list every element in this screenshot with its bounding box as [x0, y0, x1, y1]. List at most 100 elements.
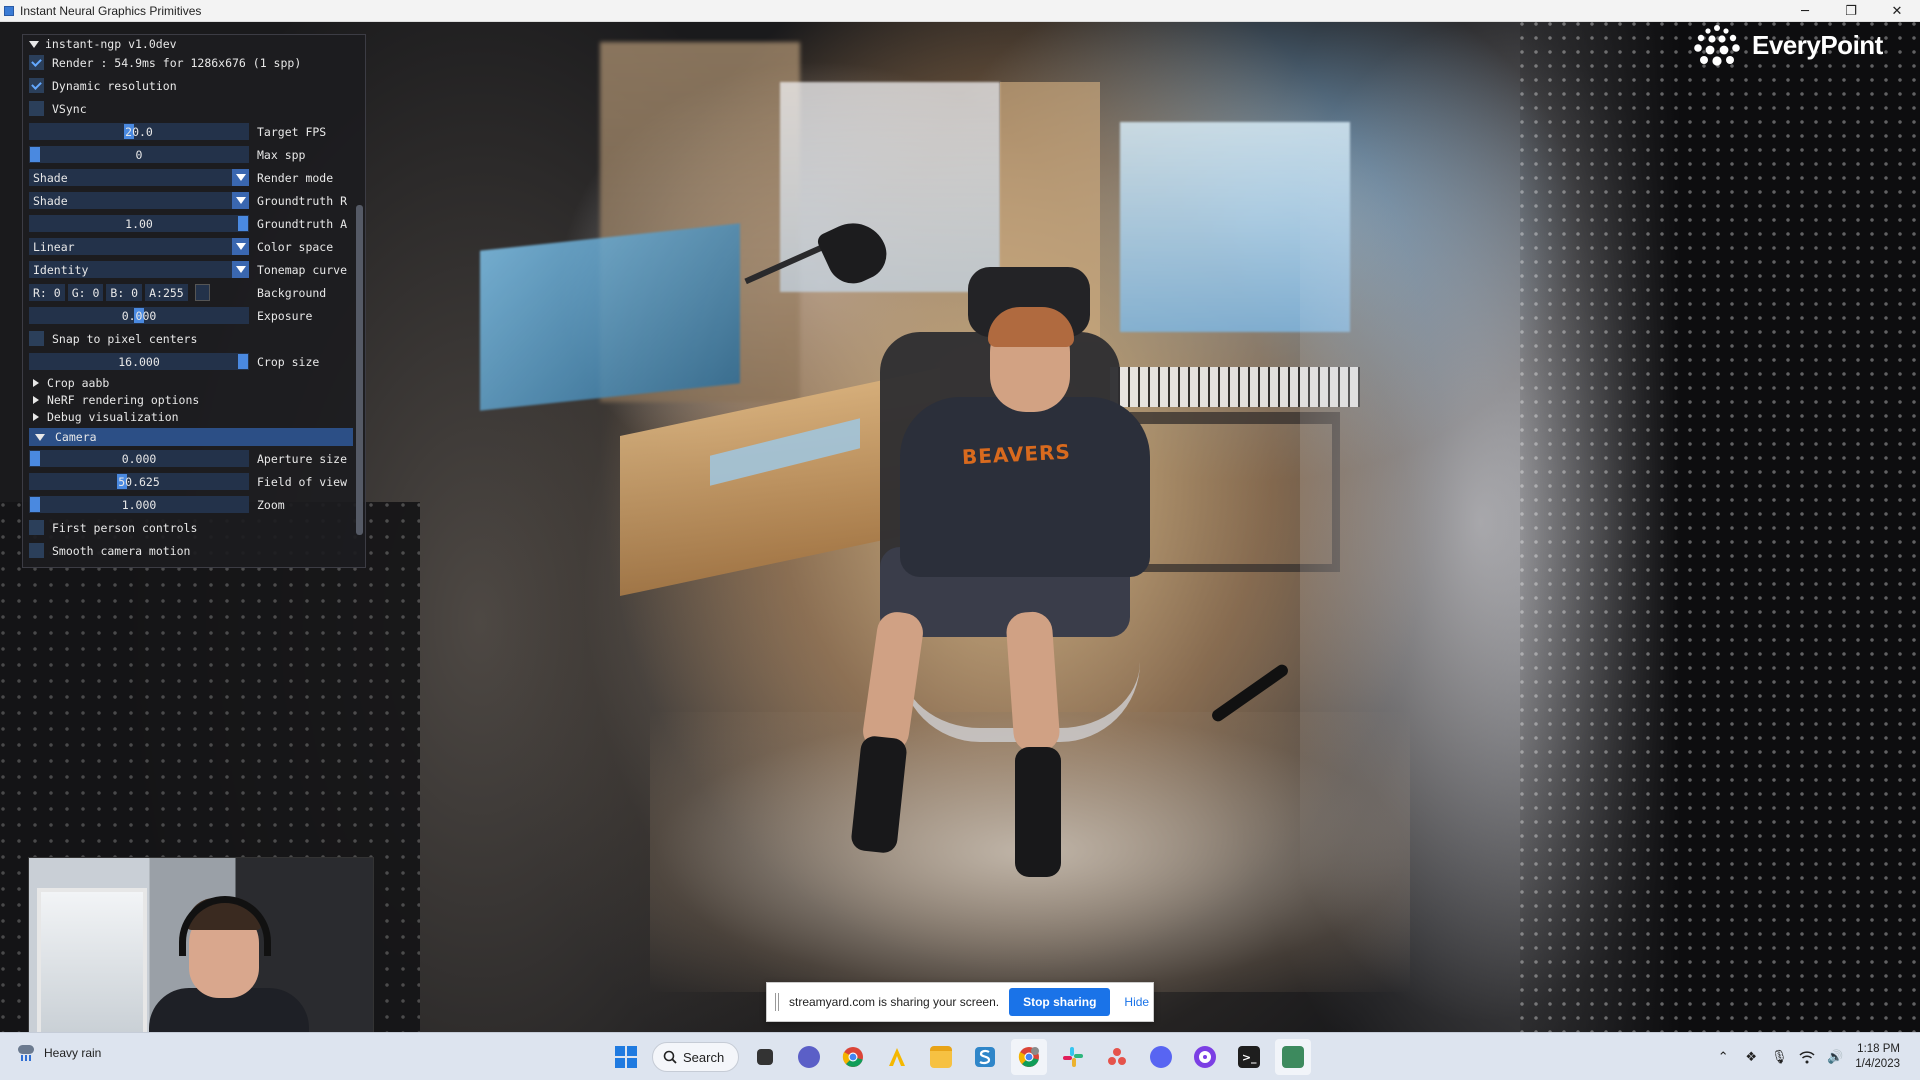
field-of-view-label: Field of view — [257, 474, 348, 489]
tree-node-nerf-rendering-options[interactable]: NeRF rendering options — [33, 392, 199, 408]
dynamic-resolution-checkbox[interactable] — [29, 78, 44, 93]
target-fps-label: Target FPS — [257, 124, 327, 139]
zoom-label: Zoom — [257, 497, 285, 512]
task-view-button[interactable] — [747, 1039, 783, 1075]
dropdown-arrow-icon[interactable] — [232, 261, 249, 278]
zoom-grab[interactable] — [30, 497, 40, 512]
minimize-button[interactable]: ─ — [1782, 0, 1828, 22]
groundtruth-a-slider[interactable]: 1.00 — [29, 215, 249, 232]
render-label: Render : 54.9ms for 1286x676 (1 spp) — [52, 55, 302, 70]
expand-arrow-icon[interactable] — [33, 379, 39, 387]
aperture-size-grab[interactable] — [30, 451, 40, 466]
crop-size-slider[interactable]: 16.000 — [29, 353, 249, 370]
smooth-camera-checkbox[interactable] — [29, 543, 44, 558]
taskbar: Heavy rain Search >_ ⌃ ❖ 🎙 🔊 1:18 PM 1/4… — [0, 1032, 1920, 1080]
tree-node-crop-aabb[interactable]: Crop aabb — [33, 375, 109, 391]
dynamic-resolution-row[interactable]: Dynamic resolution — [29, 76, 353, 95]
target-fps-slider[interactable]: 20.0 — [29, 123, 249, 140]
task-view-icon — [757, 1049, 774, 1065]
stop-sharing-button[interactable]: Stop sharing — [1009, 988, 1111, 1016]
app-dots-button[interactable] — [1099, 1039, 1135, 1075]
close-button[interactable]: ✕ — [1874, 0, 1920, 22]
max-spp-grab[interactable] — [30, 147, 40, 162]
chrome-button[interactable] — [835, 1039, 871, 1075]
field-of-view-slider[interactable]: 50.625 — [29, 473, 249, 490]
weather-widget[interactable]: Heavy rain — [16, 1043, 101, 1063]
start-button[interactable] — [608, 1039, 644, 1075]
taskbar-apps: Search >_ — [608, 1039, 1312, 1075]
background-r-field[interactable]: R: 0 — [29, 284, 65, 301]
groundtruth-r-label: Groundtruth R — [257, 193, 348, 208]
groundtruth-r-dropdown[interactable]: Shade — [29, 192, 249, 209]
background-a-field[interactable]: A:255 — [145, 284, 188, 301]
panel-scrollbar[interactable] — [356, 205, 363, 535]
max-spp-slider[interactable]: 0 — [29, 146, 249, 163]
scene-person-sock-right — [1015, 747, 1061, 877]
color-space-dropdown[interactable]: Linear — [29, 238, 249, 255]
title-bar: Instant Neural Graphics Primitives ─ ❐ ✕ — [0, 0, 1920, 22]
first-person-checkbox[interactable] — [29, 520, 44, 535]
expand-arrow-icon[interactable] — [33, 396, 39, 404]
instant-ngp-panel[interactable]: instant-ngp v1.0dev Render : 54.9ms for … — [22, 34, 366, 568]
render-mode-dropdown[interactable]: Shade — [29, 169, 249, 186]
dropdown-arrow-icon[interactable] — [232, 169, 249, 186]
taskbar-search[interactable]: Search — [652, 1042, 740, 1072]
vsync-checkbox[interactable] — [29, 101, 44, 116]
scene-person-hair — [988, 307, 1074, 347]
instant-ngp-taskbar-button[interactable] — [1275, 1039, 1312, 1075]
tree-node-label: Debug visualization — [47, 410, 179, 424]
collapse-triangle-icon[interactable] — [35, 433, 45, 441]
file-explorer-button[interactable] — [923, 1039, 959, 1075]
vsync-label: VSync — [52, 101, 87, 116]
expand-arrow-icon[interactable] — [33, 413, 39, 421]
panel-header[interactable]: instant-ngp v1.0dev — [23, 35, 365, 53]
smooth-camera-row[interactable]: Smooth camera motion — [29, 541, 353, 560]
app-s-button[interactable] — [967, 1039, 1003, 1075]
chevron-up-icon[interactable]: ⌃ — [1715, 1049, 1731, 1065]
tree-node-debug-visualization[interactable]: Debug visualization — [33, 409, 179, 425]
exposure-row: 0.000 Exposure — [29, 306, 353, 325]
render-checkbox[interactable] — [29, 55, 44, 70]
tree-node-label: NeRF rendering options — [47, 393, 200, 407]
weather-text: Heavy rain — [44, 1046, 102, 1060]
clock[interactable]: 1:18 PM 1/4/2023 — [1855, 1042, 1900, 1072]
background-g-field[interactable]: G: 0 — [67, 284, 104, 301]
circle-app-icon — [1194, 1046, 1217, 1068]
aperture-size-slider[interactable]: 0.000 — [29, 450, 249, 467]
wifi-icon[interactable] — [1799, 1049, 1815, 1065]
hide-button[interactable]: Hide — [1124, 995, 1149, 1009]
collapse-triangle-icon[interactable] — [29, 40, 39, 48]
groundtruth-a-grab[interactable] — [238, 216, 248, 231]
terminal-button[interactable]: >_ — [1231, 1039, 1267, 1075]
dropbox-icon[interactable]: ❖ — [1743, 1049, 1759, 1065]
crop-size-grab[interactable] — [238, 354, 248, 369]
microphone-icon[interactable]: 🎙 — [1771, 1049, 1788, 1065]
zoom-slider[interactable]: 1.000 — [29, 496, 249, 513]
background-b-field[interactable]: B: 0 — [106, 284, 143, 301]
camera-section-header[interactable]: Camera — [29, 428, 353, 446]
dropdown-arrow-icon[interactable] — [232, 238, 249, 255]
discord-button[interactable] — [1143, 1039, 1179, 1075]
teams-chat-button[interactable] — [791, 1039, 827, 1075]
render-row[interactable]: Render : 54.9ms for 1286x676 (1 spp) — [29, 53, 353, 72]
render-mode-row: Shade Render mode — [29, 168, 353, 187]
max-spp-label: Max spp — [257, 147, 306, 162]
render-mode-label: Render mode — [257, 170, 334, 185]
background-color-swatch[interactable] — [194, 284, 210, 301]
first-person-row[interactable]: First person controls — [29, 518, 353, 537]
slack-button[interactable] — [1055, 1039, 1091, 1075]
tonemap-curve-dropdown[interactable]: Identity — [29, 261, 249, 278]
app-circle-button[interactable] — [1187, 1039, 1223, 1075]
snap-row[interactable]: Snap to pixel centers — [29, 329, 353, 348]
vsync-row[interactable]: VSync — [29, 99, 353, 118]
snap-checkbox[interactable] — [29, 331, 44, 346]
background-color-editor[interactable]: R: 0 G: 0 B: 0 A:255 — [29, 284, 249, 301]
maximize-button[interactable]: ❐ — [1828, 0, 1874, 22]
volume-icon[interactable]: 🔊 — [1827, 1049, 1843, 1065]
drag-handle-icon[interactable] — [775, 993, 779, 1011]
tonemap-curve-row: Identity Tonemap curve — [29, 260, 353, 279]
dropdown-arrow-icon[interactable] — [232, 192, 249, 209]
chrome-profile-button[interactable] — [1011, 1039, 1048, 1075]
app-a-button[interactable] — [879, 1039, 915, 1075]
exposure-slider[interactable]: 0.000 — [29, 307, 249, 324]
